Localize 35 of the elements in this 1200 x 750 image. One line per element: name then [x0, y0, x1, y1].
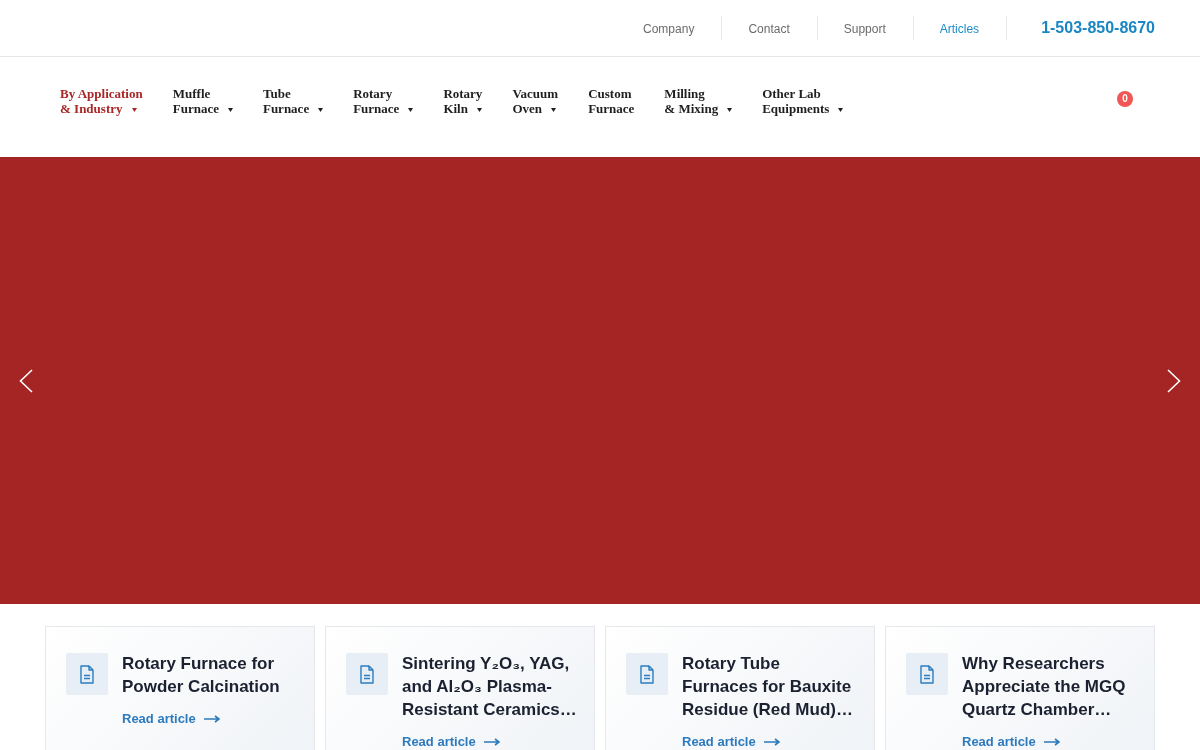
previous-slide-button[interactable] [19, 369, 33, 393]
top-nav-link[interactable]: Company [643, 20, 695, 37]
article-title: Sintering Y₂O₃, YAG, and Al₂O₃ Plasma- Resistant Ceramics… [402, 652, 577, 721]
nav-menu-item[interactable]: Other Lab Equipments [762, 86, 844, 116]
article-title: Why Researchers Appreciate the MGQ Quartz Chamber… [962, 652, 1126, 721]
read-article-link[interactable]: Read article [962, 734, 1060, 749]
nav-menu-item[interactable]: Rotary Kiln [443, 86, 483, 116]
arrow-right-icon [1043, 737, 1060, 746]
top-nav-link[interactable]: Support [843, 20, 886, 37]
document-icon [346, 653, 388, 695]
nav-menu-item[interactable]: Rotary Furnace [353, 86, 414, 116]
document-icon [626, 653, 668, 695]
next-slide-button[interactable] [1167, 369, 1181, 393]
top-nav-link[interactable]: Contact [748, 20, 790, 37]
arrow-right-icon [483, 737, 500, 746]
cart-count[interactable]: 0 [1117, 91, 1133, 107]
chevron-right-icon [1167, 369, 1181, 393]
read-article-link[interactable]: Read article [122, 711, 220, 726]
nav-menu-item[interactable]: Milling & Mixing [664, 86, 733, 116]
document-icon [906, 653, 948, 695]
nav-menu-item[interactable]: Tube Furnace [262, 86, 324, 116]
top-nav-link[interactable]: Articles [939, 20, 980, 37]
nav-menu-item[interactable]: Muffle Furnace [172, 86, 233, 116]
nav-menu-item[interactable]: Vacuum Oven [512, 86, 559, 116]
article-title: Rotary Furnace for Powder Calcination [122, 652, 280, 698]
nav-menu-item[interactable]: By Application & Industry [60, 86, 143, 116]
read-article-link[interactable]: Read article [682, 734, 780, 749]
read-article-link[interactable]: Read article [402, 734, 500, 749]
article-title: Rotary Tube Furnaces for Bauxite Residue (Red Mud)… [682, 652, 853, 721]
arrow-right-icon [203, 714, 220, 723]
chevron-left-icon [19, 369, 33, 393]
nav-menu-item[interactable]: Custom Furnace [588, 86, 635, 116]
arrow-right-icon [763, 737, 780, 746]
document-icon [66, 653, 108, 695]
phone-number-link[interactable]: 1-503-850-8670 [1041, 18, 1155, 38]
